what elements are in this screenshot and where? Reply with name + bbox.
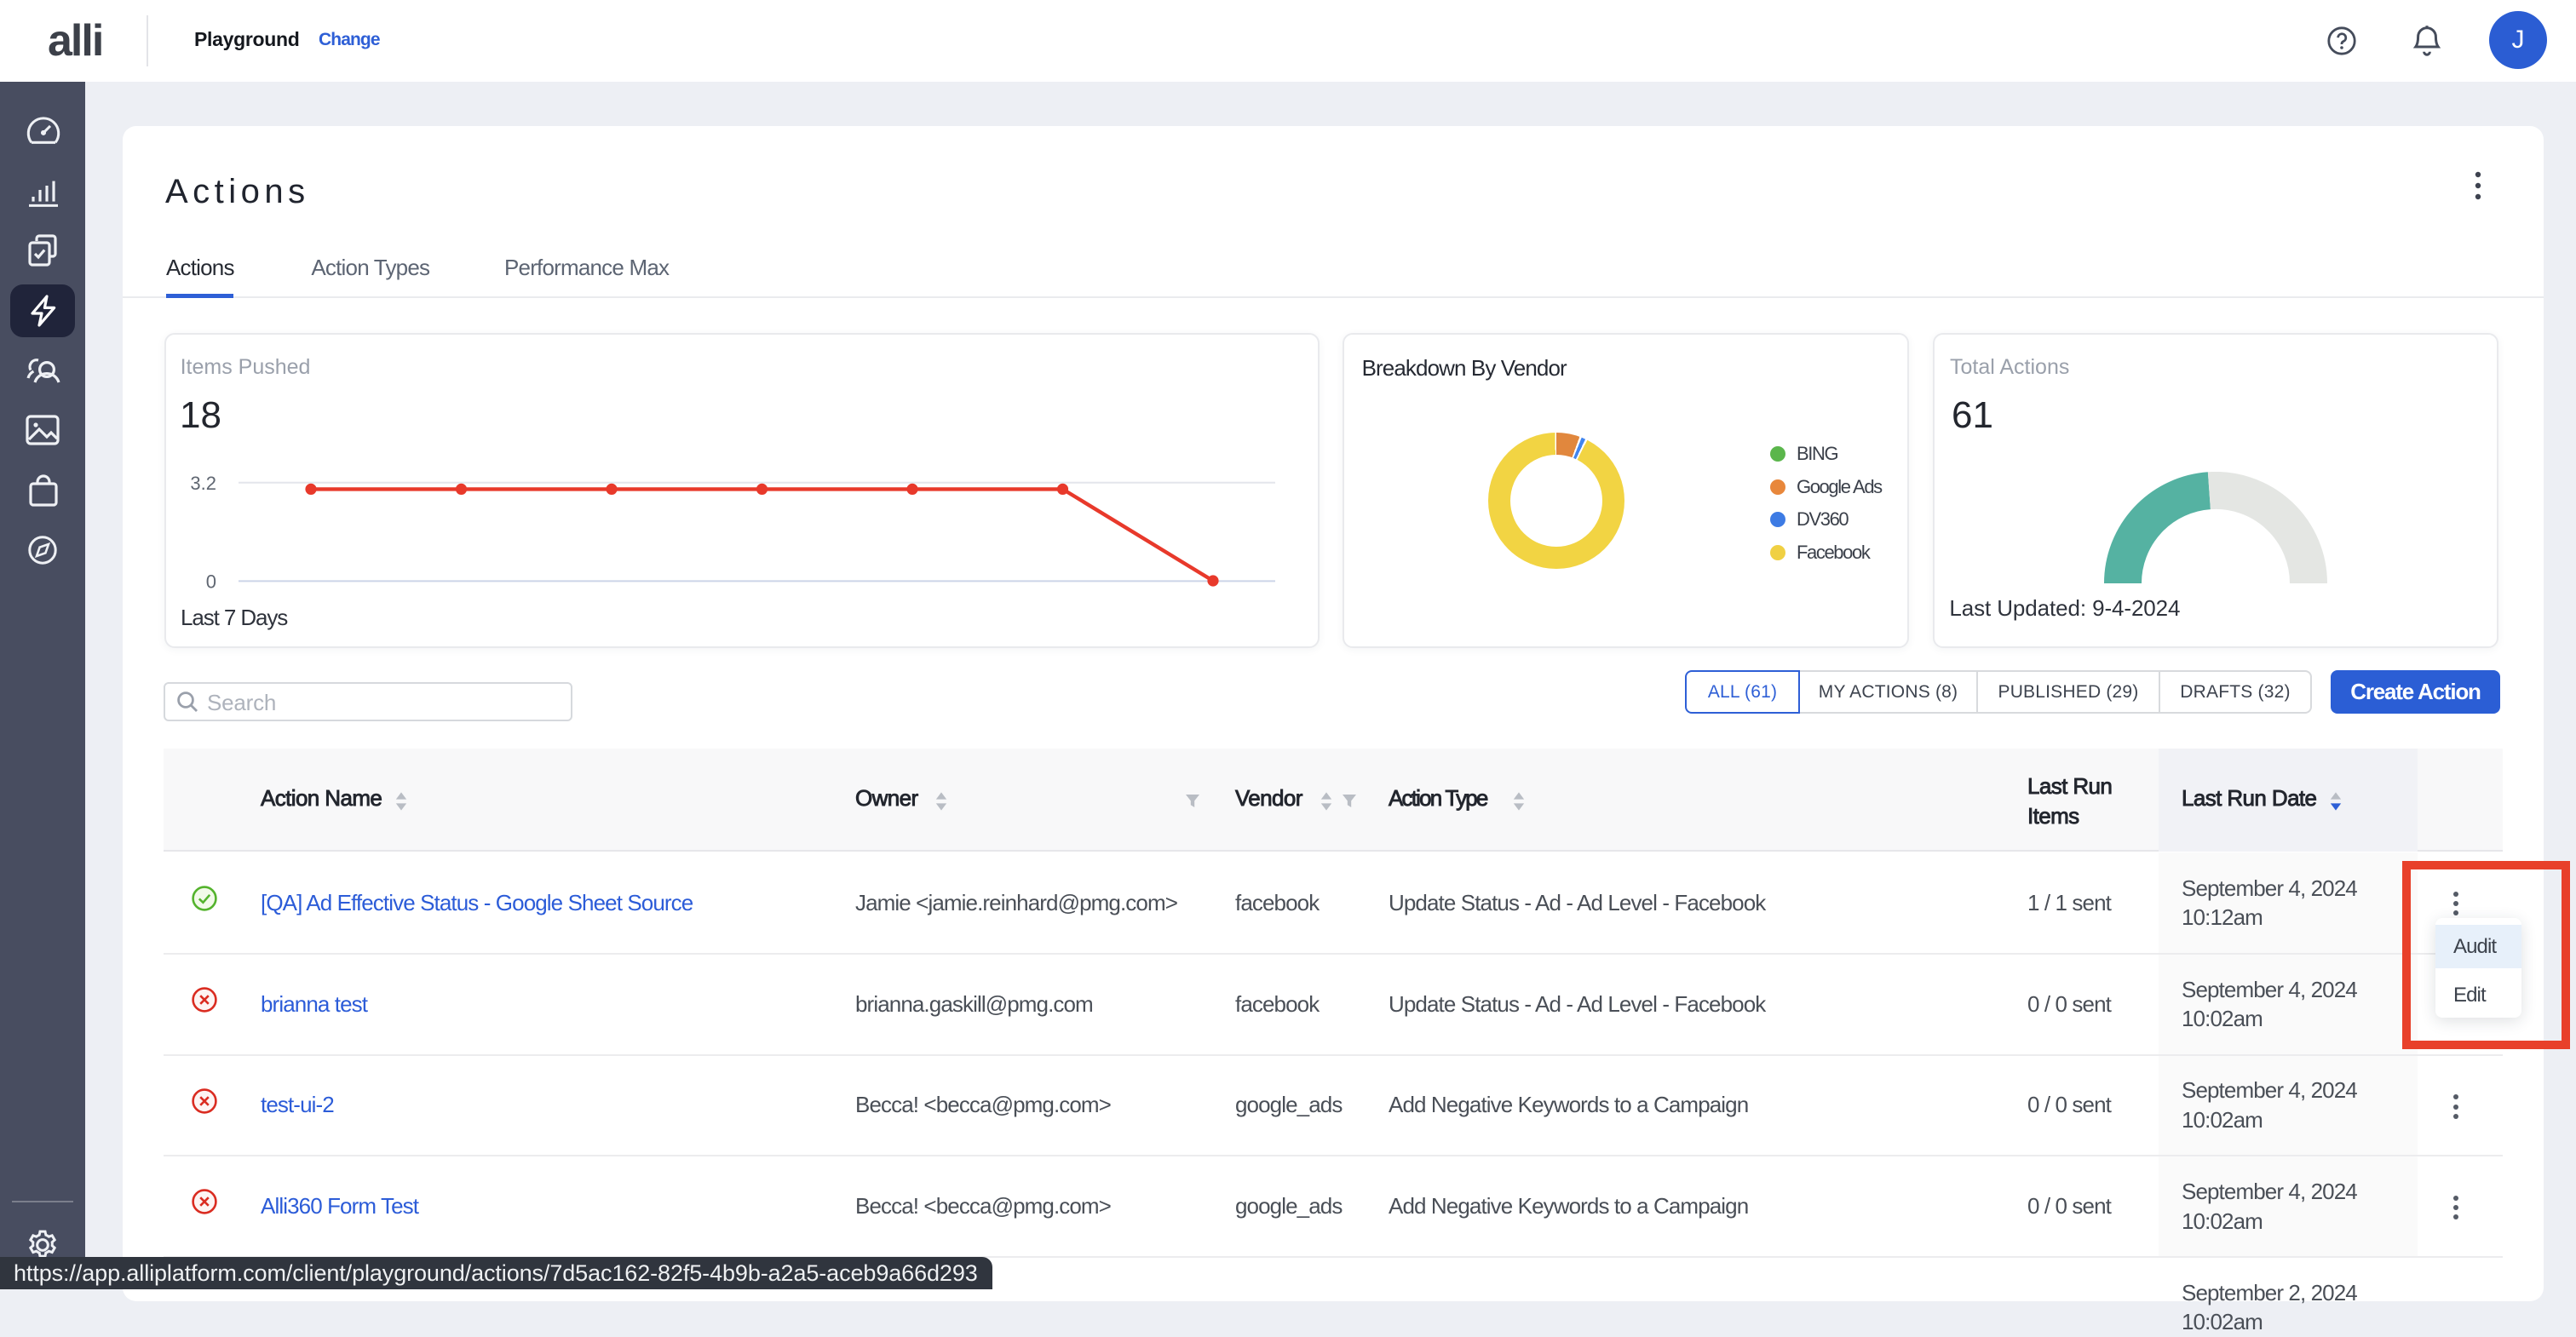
- svg-text:0: 0: [206, 571, 216, 592]
- svg-text:3.2: 3.2: [190, 473, 216, 494]
